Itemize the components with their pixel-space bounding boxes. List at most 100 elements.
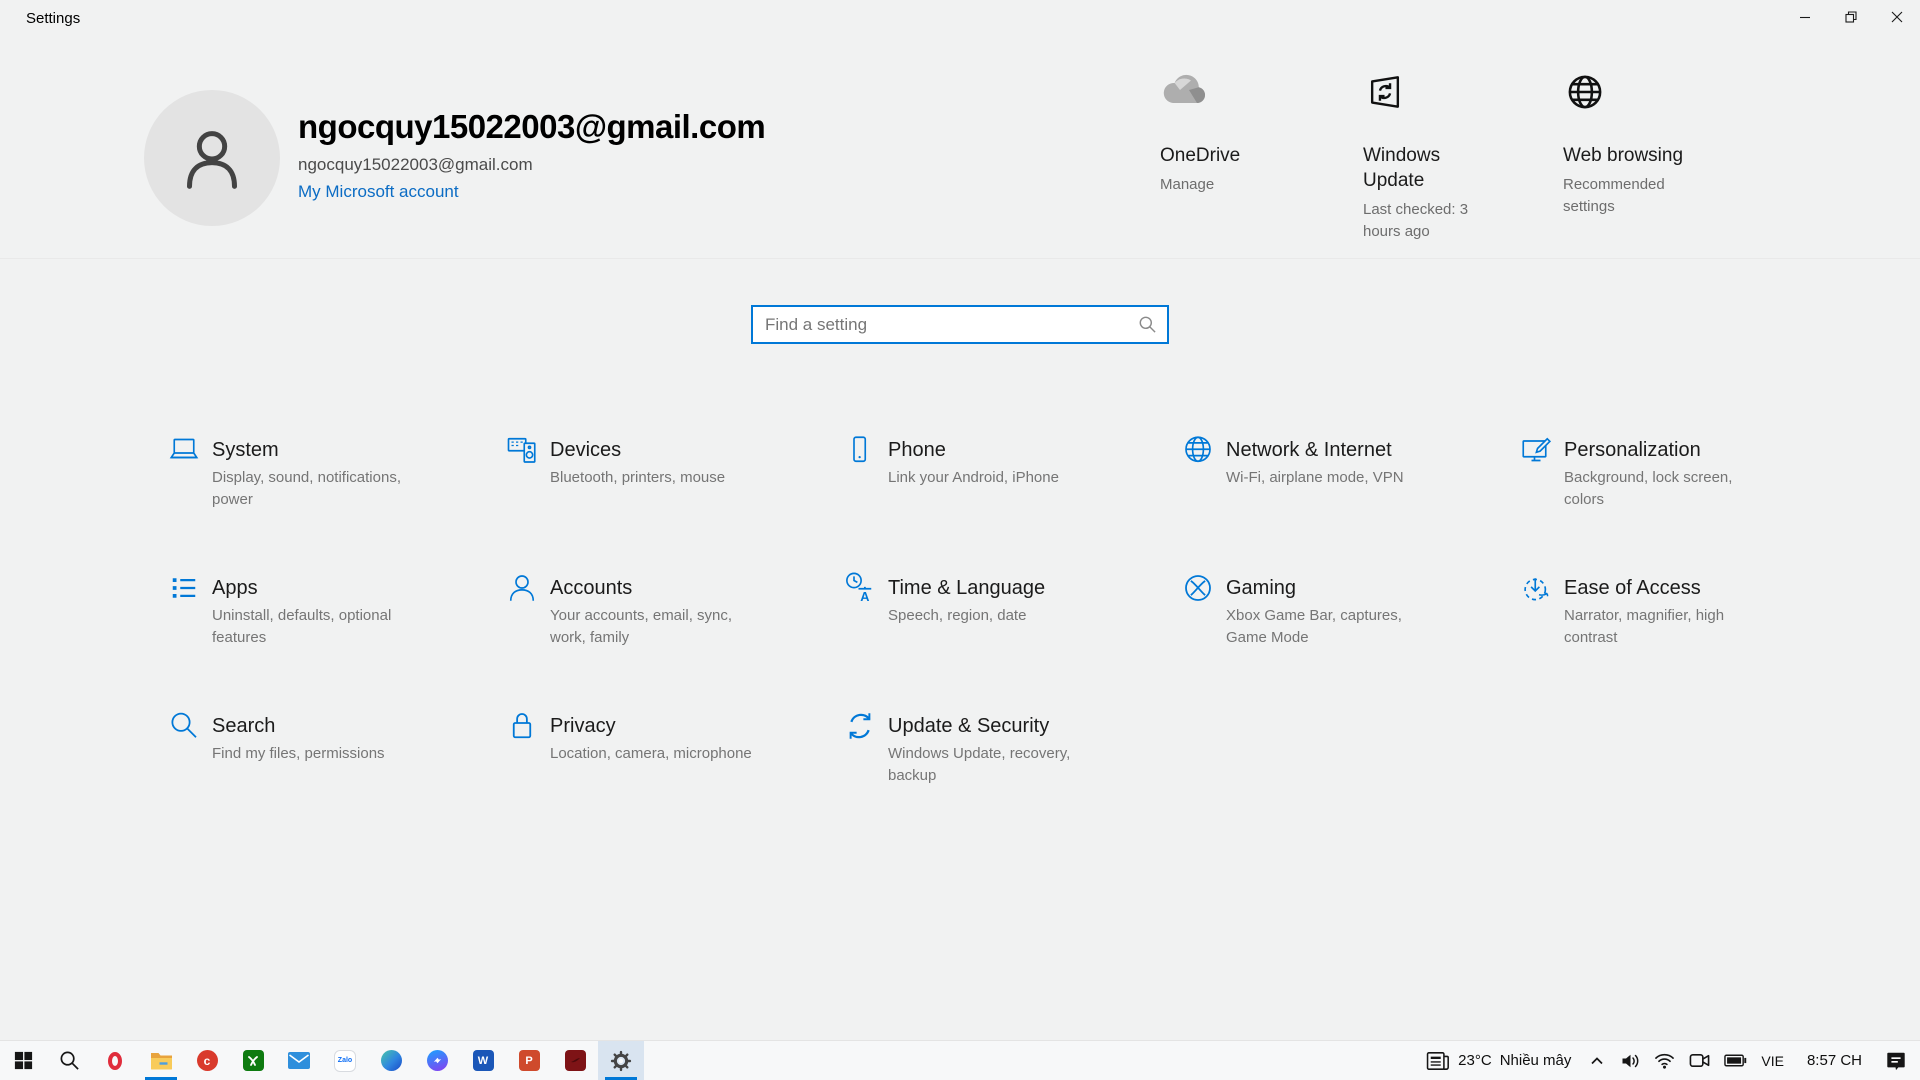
meet-now-camera-icon [1689,1052,1710,1069]
category-devices[interactable]: Devices Bluetooth, printers, mouse [504,432,842,570]
category-privacy[interactable]: Privacy Location, camera, microphone [504,708,842,846]
meet-now-button[interactable] [1682,1041,1717,1080]
header-divider [0,258,1920,259]
taskbar-search-button[interactable] [46,1041,92,1080]
hidden-icons-chevron[interactable] [1581,1041,1613,1080]
category-subtitle: Bluetooth, printers, mouse [550,467,725,489]
window-title: Settings [26,10,80,27]
search-magnifier-icon[interactable] [1138,315,1157,334]
taskbar-right: 23°C Nhiều mây [1416,1041,1920,1080]
minimize-button[interactable] [1782,0,1828,34]
category-ease-of-access[interactable]: Ease of Access Narrator, magnifier, high… [1518,570,1856,708]
category-apps[interactable]: Apps Uninstall, defaults, optional featu… [166,570,504,708]
taskbar-apps: c Zalo W P [0,1041,644,1080]
phone-icon [842,432,878,476]
action-center-button[interactable] [1878,1041,1914,1080]
category-title: Accounts [550,576,752,600]
account-name: ngocquy15022003@gmail.com [298,108,765,146]
gaming-xbox-icon [1180,570,1216,614]
zalo-label: Zalo [338,1057,352,1064]
settings-app-button[interactable] [598,1041,644,1080]
messenger-icon [427,1050,448,1071]
news-weather-icon [1426,1051,1450,1071]
close-icon [1891,11,1903,23]
category-accounts[interactable]: Accounts Your accounts, email, sync, wor… [504,570,842,708]
status-tile-title: Windows Update [1363,143,1481,193]
edge-icon [381,1050,402,1071]
category-title: Phone [888,438,1059,462]
volume-button[interactable] [1613,1041,1647,1080]
coccoc-browser-button[interactable]: c [184,1041,230,1080]
taskbar: c Zalo W P [0,1040,1920,1080]
opera-browser-button[interactable] [92,1041,138,1080]
category-title: Update & Security [888,714,1090,738]
devices-icon [504,432,540,476]
status-tile-title: OneDrive [1160,143,1285,168]
file-explorer-icon [150,1051,173,1070]
category-network[interactable]: Network & Internet Wi-Fi, airplane mode,… [1180,432,1518,570]
web-browsing-tile[interactable]: Web browsing Recommended settings [1563,70,1698,218]
time-language-icon: A [842,570,878,614]
chevron-up-icon [1588,1052,1606,1070]
category-subtitle: Wi-Fi, airplane mode, VPN [1226,467,1404,489]
powerpoint-app-button[interactable]: P [506,1041,552,1080]
category-phone[interactable]: Phone Link your Android, iPhone [842,432,1180,570]
opera-icon [108,1052,122,1070]
settings-category-grid: System Display, sound, notifications, po… [166,432,1856,846]
wifi-button[interactable] [1647,1041,1682,1080]
windows-logo-icon [14,1051,33,1070]
category-time-language[interactable]: A Time & Language Speech, region, date [842,570,1180,708]
apps-icon [166,570,202,614]
category-subtitle: Background, lock screen, colors [1564,467,1766,511]
account-email: ngocquy15022003@gmail.com [298,155,765,175]
update-security-icon [842,708,878,752]
battery-button[interactable] [1717,1041,1754,1080]
action-center-icon [1885,1050,1907,1072]
edge-browser-button[interactable] [368,1041,414,1080]
coccoc-icon: c [197,1050,218,1071]
red-app-button[interactable] [552,1041,598,1080]
onedrive-tile[interactable]: OneDrive Manage [1160,70,1285,196]
category-subtitle: Speech, region, date [888,605,1045,627]
messenger-app-button[interactable] [414,1041,460,1080]
restore-icon [1845,11,1857,23]
windows-update-tile[interactable]: Windows Update Last checked: 3 hours ago [1363,70,1481,243]
search-category-icon [166,708,202,752]
category-subtitle: Find my files, permissions [212,743,385,765]
mail-app-button[interactable] [276,1041,322,1080]
category-subtitle: Windows Update, recovery, backup [888,743,1090,787]
minimize-icon [1799,11,1811,23]
clock[interactable]: 8:57 CH [1791,1041,1878,1080]
mail-icon [288,1052,310,1069]
category-title: Time & Language [888,576,1045,600]
privacy-lock-icon [504,708,540,752]
word-app-button[interactable]: W [460,1041,506,1080]
category-update-security[interactable]: Update & Security Windows Update, recove… [842,708,1180,846]
close-button[interactable] [1874,0,1920,34]
status-tile-subtitle: Manage [1160,174,1285,196]
category-title: Apps [212,576,414,600]
battery-icon [1724,1054,1747,1067]
system-icon [166,432,202,476]
language-code: VIE [1761,1053,1784,1069]
language-indicator[interactable]: VIE [1754,1041,1791,1080]
weather-widget[interactable]: 23°C Nhiều mây [1416,1041,1581,1080]
search-input[interactable] [753,315,1138,335]
microsoft-account-link[interactable]: My Microsoft account [298,182,765,202]
category-subtitle: Xbox Game Bar, captures, Game Mode [1226,605,1428,649]
category-gaming[interactable]: Gaming Xbox Game Bar, captures, Game Mod… [1180,570,1518,708]
restore-button[interactable] [1828,0,1874,34]
category-title: Personalization [1564,438,1766,462]
category-subtitle: Display, sound, notifications, power [212,467,414,511]
category-title: Network & Internet [1226,438,1404,462]
category-system[interactable]: System Display, sound, notifications, po… [166,432,504,570]
svg-text:A: A [860,589,869,604]
network-icon [1180,432,1216,476]
window-controls [1782,0,1920,34]
start-button[interactable] [0,1041,46,1080]
zalo-app-button[interactable]: Zalo [322,1041,368,1080]
file-explorer-button[interactable] [138,1041,184,1080]
xbox-app-button[interactable] [230,1041,276,1080]
category-personalization[interactable]: Personalization Background, lock screen,… [1518,432,1856,570]
category-search[interactable]: Search Find my files, permissions [166,708,504,846]
